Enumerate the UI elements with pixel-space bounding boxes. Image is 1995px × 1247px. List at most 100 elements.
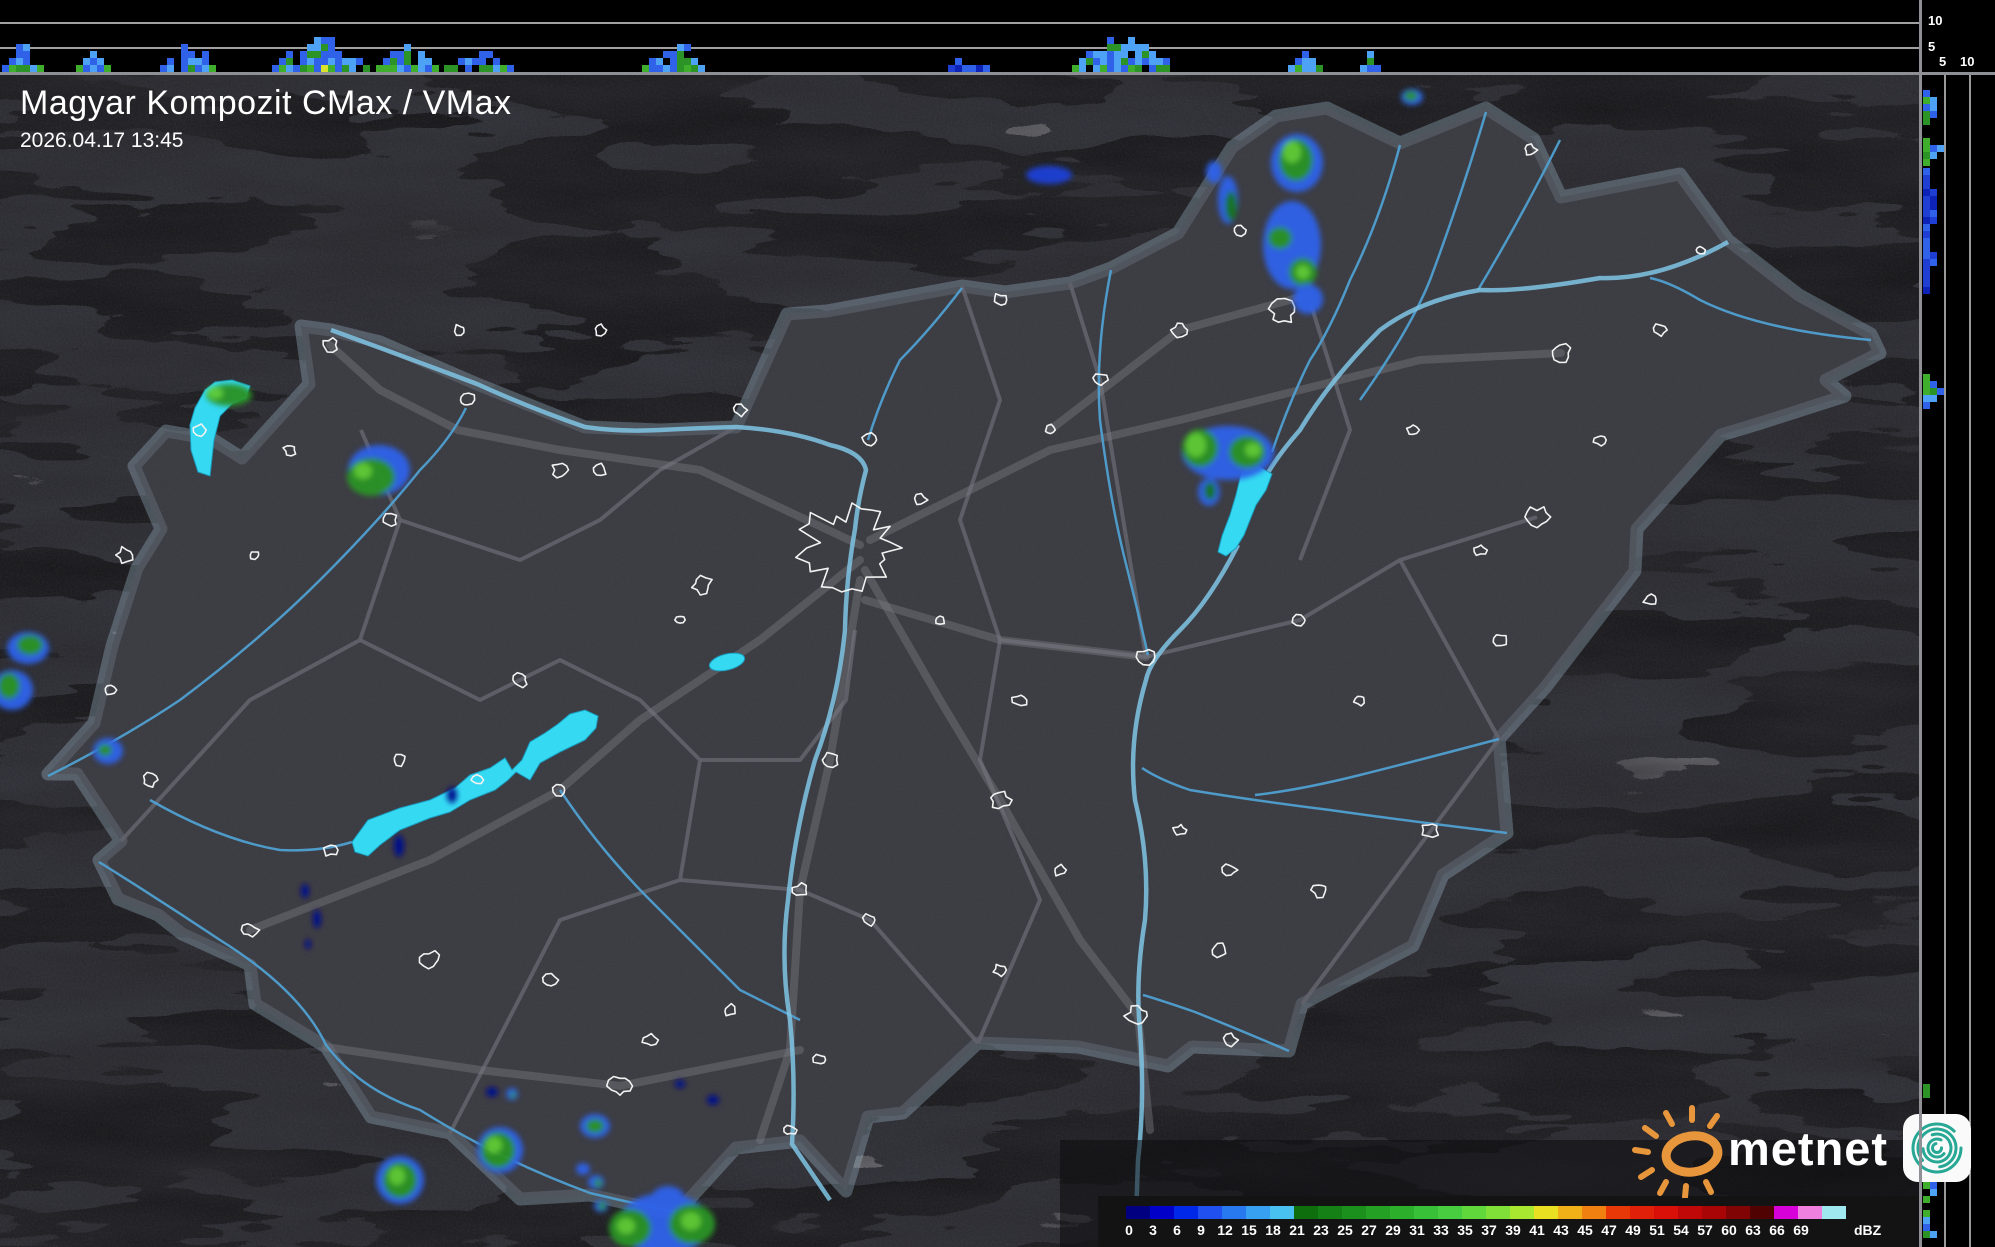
colorbar-unit-label: dBZ [1854,1222,1882,1238]
echo-blob [1283,141,1301,163]
colorbar-tick-label: 25 [1337,1222,1353,1238]
colorbar-tick-label: 57 [1697,1222,1713,1238]
colorbar-tick-label: 54 [1673,1222,1689,1238]
colorbar-swatch [1558,1206,1582,1219]
echo-blob [98,744,112,756]
sun-icon [1632,1105,1723,1198]
colorbar-tick-label: 41 [1529,1222,1545,1238]
echo-blob [305,939,311,949]
colorbar-tick-label: 29 [1385,1222,1401,1238]
echo-blob [486,1137,502,1153]
colorbar-swatch [1486,1206,1510,1219]
echo-blob [447,787,457,803]
colorbar-tick-label: 15 [1241,1222,1257,1238]
echo-blob [1225,191,1237,221]
echo-blob [354,463,372,479]
echo-blob [1206,161,1222,183]
echo-blob [1296,265,1310,279]
colorbar-swatch [1654,1206,1678,1219]
colorbar-swatch [1630,1206,1654,1219]
colorbar-tick-label: 63 [1745,1222,1761,1238]
metnet-app-icon [1903,1114,1972,1182]
dbz-colorbar: 0 3 6 9 12 15 18 21 23 25 27 29 31 33 35 37 39 41 43 45 47 49… [1098,1196,1920,1247]
metnet-wordmark: metnet [1728,1121,1889,1175]
colorbar-tick-label: 31 [1409,1222,1425,1238]
echo-blob [1245,443,1261,457]
right-axis-label-5km: 5 [1939,54,1947,69]
echo-blob [389,1167,405,1185]
right-axis-label-10km: 10 [1960,54,1975,69]
timestamp: 2026.04.17 13:45 [20,129,184,152]
colorbar-swatch [1126,1206,1150,1219]
hungary-border [0,0,1995,1247]
echo-blob [313,910,321,928]
colorbar-tick-label: 35 [1457,1222,1473,1238]
colorbar-swatch [1534,1206,1558,1219]
echo-blob [681,1212,701,1230]
colorbar-swatch [1798,1206,1822,1219]
colorbar-tick-label: 60 [1721,1222,1737,1238]
colorbar-swatch [1318,1206,1342,1219]
colorbar-tick-label: 69 [1793,1222,1809,1238]
colorbar-swatch [1774,1206,1798,1219]
top-axis-label-10km: 10 [1928,13,1943,28]
colorbar-swatch [1414,1206,1438,1219]
colorbar-swatch [1750,1206,1774,1219]
echo-blob [586,1119,604,1133]
echo-blob [347,458,395,496]
echo-blob [576,1163,590,1175]
colorbar-tick-label: 21 [1289,1222,1305,1238]
top-axis-label-5km: 5 [1928,39,1936,54]
echo-blob [617,1218,635,1234]
echo-blob [594,1179,602,1187]
colorbar-tick-label: 39 [1505,1222,1521,1238]
colorbar-swatches [1126,1206,1846,1219]
colorbar-swatch [1294,1206,1318,1219]
colorbar-tick-label: 3 [1149,1222,1157,1238]
colorbar-tick-label: 43 [1553,1222,1569,1238]
colorbar-swatch [1270,1206,1294,1219]
echo-blob [510,1092,516,1098]
colorbar-tick-label: 0 [1125,1222,1133,1238]
colorbar-tick-label: 45 [1577,1222,1593,1238]
radar-composite-screen: 10 5 5 10 Magyar Kompozit CMax / VMax 20… [0,0,1995,1247]
colorbar-tick-label: 49 [1625,1222,1641,1238]
echo-blob [652,1186,684,1208]
echo-blob [1268,227,1292,249]
echo-blob [1026,166,1072,184]
colorbar-swatch [1702,1206,1726,1219]
colorbar-swatch [1246,1206,1270,1219]
colorbar-swatch [1510,1206,1534,1219]
colorbar-tick-label: 27 [1361,1222,1377,1238]
colorbar-swatch [1222,1206,1246,1219]
colorbar-tick-label: 23 [1313,1222,1329,1238]
colorbar-swatch [1726,1206,1750,1219]
colorbar-swatch [1822,1206,1846,1219]
right-vmax-panel [1922,75,1995,1247]
vertical-divider [1919,0,1922,1247]
colorbar-swatch [1438,1206,1462,1219]
echo-blob [707,1095,719,1105]
echo-blob [17,635,43,655]
colorbar-tick-label: 47 [1601,1222,1617,1238]
echo-blob [1293,284,1323,314]
colorbar-swatch [1150,1206,1174,1219]
echo-blob [394,835,404,857]
colorbar-swatch [1462,1206,1486,1219]
echo-blob [1404,91,1418,101]
colorbar-swatch [1174,1206,1198,1219]
colorbar-swatch [1582,1206,1606,1219]
echo-blob [301,884,309,898]
colorbar-swatch [1390,1206,1414,1219]
top-vmax-panel [0,0,1919,72]
colorbar-tick-label: 37 [1481,1222,1497,1238]
echo-blob [1186,433,1206,457]
page-title: Magyar Kompozit CMax / VMax [20,84,512,122]
colorbar-tick-label: 33 [1433,1222,1449,1238]
colorbar-swatch [1342,1206,1366,1219]
echo-blob [675,1080,685,1088]
colorbar-tick-label: 18 [1265,1222,1281,1238]
echo-blob [486,1087,498,1097]
colorbar-swatch [1606,1206,1630,1219]
colorbar-swatch [1366,1206,1390,1219]
